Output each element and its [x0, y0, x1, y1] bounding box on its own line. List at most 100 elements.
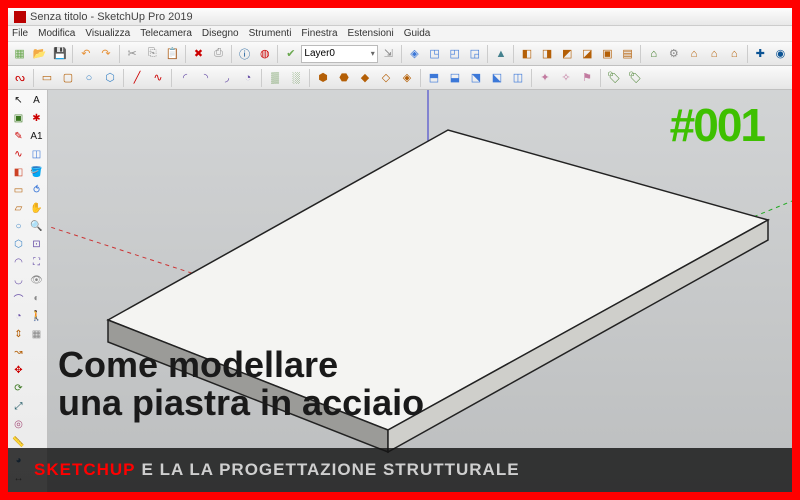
- delete-icon[interactable]: ✖: [189, 44, 208, 64]
- paint-icon[interactable]: ◍: [255, 44, 274, 64]
- arc2pt-icon[interactable]: ◡: [10, 272, 27, 289]
- sb-free-icon[interactable]: ∿: [148, 68, 168, 88]
- solid3-icon[interactable]: ⬔: [466, 68, 486, 88]
- tag2-icon[interactable]: 🏷: [625, 68, 645, 88]
- style6-icon[interactable]: ▤: [618, 44, 637, 64]
- line-icon[interactable]: ✎: [10, 128, 27, 145]
- move-icon[interactable]: ✥: [10, 362, 27, 379]
- axes-icon[interactable]: ✱: [28, 110, 45, 127]
- eraser-icon[interactable]: ◧: [10, 164, 27, 181]
- scale-icon[interactable]: ⤢: [10, 398, 27, 415]
- rectangle-icon[interactable]: ▭: [10, 182, 27, 199]
- open-icon[interactable]: 📂: [30, 44, 49, 64]
- dyn3-icon[interactable]: ⚑: [577, 68, 597, 88]
- sectionfill-icon[interactable]: ▦: [28, 326, 45, 343]
- style1-icon[interactable]: ◧: [517, 44, 536, 64]
- print-icon[interactable]: ⎙: [209, 44, 228, 64]
- sand-flip-icon[interactable]: ◈: [397, 68, 417, 88]
- geo-icon[interactable]: ◉: [771, 44, 790, 64]
- house1-icon[interactable]: ⌂: [684, 44, 703, 64]
- model-info-icon[interactable]: ⓘ: [235, 44, 254, 64]
- sandbox1-icon[interactable]: ▒: [265, 68, 285, 88]
- undo-icon[interactable]: ↶: [76, 44, 95, 64]
- dyn1-icon[interactable]: ✦: [535, 68, 555, 88]
- save-icon[interactable]: 💾: [50, 44, 69, 64]
- menu-disegno[interactable]: Disegno: [202, 28, 239, 39]
- house3-icon[interactable]: ⌂: [725, 44, 744, 64]
- right-icon[interactable]: ◲: [465, 44, 484, 64]
- style4-icon[interactable]: ◪: [578, 44, 597, 64]
- rotate-icon[interactable]: ⟳: [10, 380, 27, 397]
- pie-icon[interactable]: ◔: [10, 308, 27, 325]
- front-icon[interactable]: ◰: [445, 44, 464, 64]
- sb-arc3-icon[interactable]: ◞: [217, 68, 237, 88]
- style3-icon[interactable]: ◩: [558, 44, 577, 64]
- sand-stamp-icon[interactable]: ⬣: [334, 68, 354, 88]
- sb-poly-icon[interactable]: ⬡: [100, 68, 120, 88]
- offset-icon[interactable]: ◎: [10, 416, 27, 433]
- warehouse-icon[interactable]: ⌂: [644, 44, 663, 64]
- sand-drape-icon[interactable]: ◆: [355, 68, 375, 88]
- solid2-icon[interactable]: ⬓: [445, 68, 465, 88]
- zoomext-icon[interactable]: ⛶: [28, 254, 45, 271]
- zoomwin-icon[interactable]: ⊡: [28, 236, 45, 253]
- layer-selector[interactable]: Layer0: [301, 45, 377, 63]
- sb-arc1-icon[interactable]: ◜: [175, 68, 195, 88]
- solid5-icon[interactable]: ◫: [508, 68, 528, 88]
- arc3pt-icon[interactable]: ⌒: [10, 290, 27, 307]
- paste-icon[interactable]: 📋: [163, 44, 182, 64]
- pushpull-icon[interactable]: ⇕: [10, 326, 27, 343]
- menu-file[interactable]: File: [12, 28, 28, 39]
- new-icon[interactable]: ▦: [10, 44, 29, 64]
- circle-icon[interactable]: ○: [10, 218, 27, 235]
- extension-icon[interactable]: ⚙: [664, 44, 683, 64]
- freehand-icon[interactable]: ∿: [10, 146, 27, 163]
- text-icon[interactable]: A: [28, 92, 45, 109]
- polygon-icon[interactable]: ⬡: [10, 236, 27, 253]
- sand-add-icon[interactable]: ◇: [376, 68, 396, 88]
- style2-icon[interactable]: ◨: [538, 44, 557, 64]
- copy-icon[interactable]: ⎘: [143, 44, 162, 64]
- style5-icon[interactable]: ▣: [598, 44, 617, 64]
- top-icon[interactable]: ◳: [425, 44, 444, 64]
- walk-icon[interactable]: 🚶: [28, 308, 45, 325]
- redo-icon[interactable]: ↷: [96, 44, 115, 64]
- menu-telecamera[interactable]: Telecamera: [140, 28, 192, 39]
- followme-icon[interactable]: ↝: [10, 344, 27, 361]
- menu-estensioni[interactable]: Estensioni: [348, 28, 394, 39]
- menu-visualizza[interactable]: Visualizza: [85, 28, 130, 39]
- sandbox2-icon[interactable]: ░: [286, 68, 306, 88]
- text3d-icon[interactable]: A1: [28, 128, 45, 145]
- menu-finestra[interactable]: Finestra: [301, 28, 337, 39]
- house2-icon[interactable]: ⌂: [704, 44, 723, 64]
- layer-visible-icon[interactable]: ✔: [281, 44, 300, 64]
- makecomp-icon[interactable]: ▣: [10, 110, 27, 127]
- cut-icon[interactable]: ✂: [123, 44, 142, 64]
- sb-line-icon[interactable]: ╱: [127, 68, 147, 88]
- section-icon[interactable]: ◫: [28, 146, 45, 163]
- sb-arc2-icon[interactable]: ◝: [196, 68, 216, 88]
- sb-rect-icon[interactable]: ▭: [37, 68, 57, 88]
- select-icon[interactable]: ↖: [10, 92, 27, 109]
- paintbucket-icon[interactable]: 🪣: [28, 164, 45, 181]
- pan2-icon[interactable]: ✋: [28, 200, 45, 217]
- dyn2-icon[interactable]: ✧: [556, 68, 576, 88]
- menu-modifica[interactable]: Modifica: [38, 28, 75, 39]
- layer-manage-icon[interactable]: ⇲: [379, 44, 398, 64]
- zoom2-icon[interactable]: 🔍: [28, 218, 45, 235]
- solid1-icon[interactable]: ⬒: [424, 68, 444, 88]
- sb-rrect-icon[interactable]: ▢: [58, 68, 78, 88]
- sb-pie-icon[interactable]: ◔: [238, 68, 258, 88]
- solid4-icon[interactable]: ⬕: [487, 68, 507, 88]
- menu-guida[interactable]: Guida: [404, 28, 431, 39]
- addloc-icon[interactable]: ✚: [751, 44, 770, 64]
- menu-strumenti[interactable]: Strumenti: [249, 28, 292, 39]
- iso-icon[interactable]: ◈: [405, 44, 424, 64]
- arc-icon[interactable]: ◠: [10, 254, 27, 271]
- weld-icon[interactable]: ᔓ: [10, 68, 30, 88]
- tag1-icon[interactable]: 🏷: [604, 68, 624, 88]
- sand-smoove-icon[interactable]: ⬢: [313, 68, 333, 88]
- sb-circle-icon[interactable]: ○: [79, 68, 99, 88]
- lookaround-icon[interactable]: ◐: [28, 290, 45, 307]
- mirror-icon[interactable]: ▲: [491, 44, 510, 64]
